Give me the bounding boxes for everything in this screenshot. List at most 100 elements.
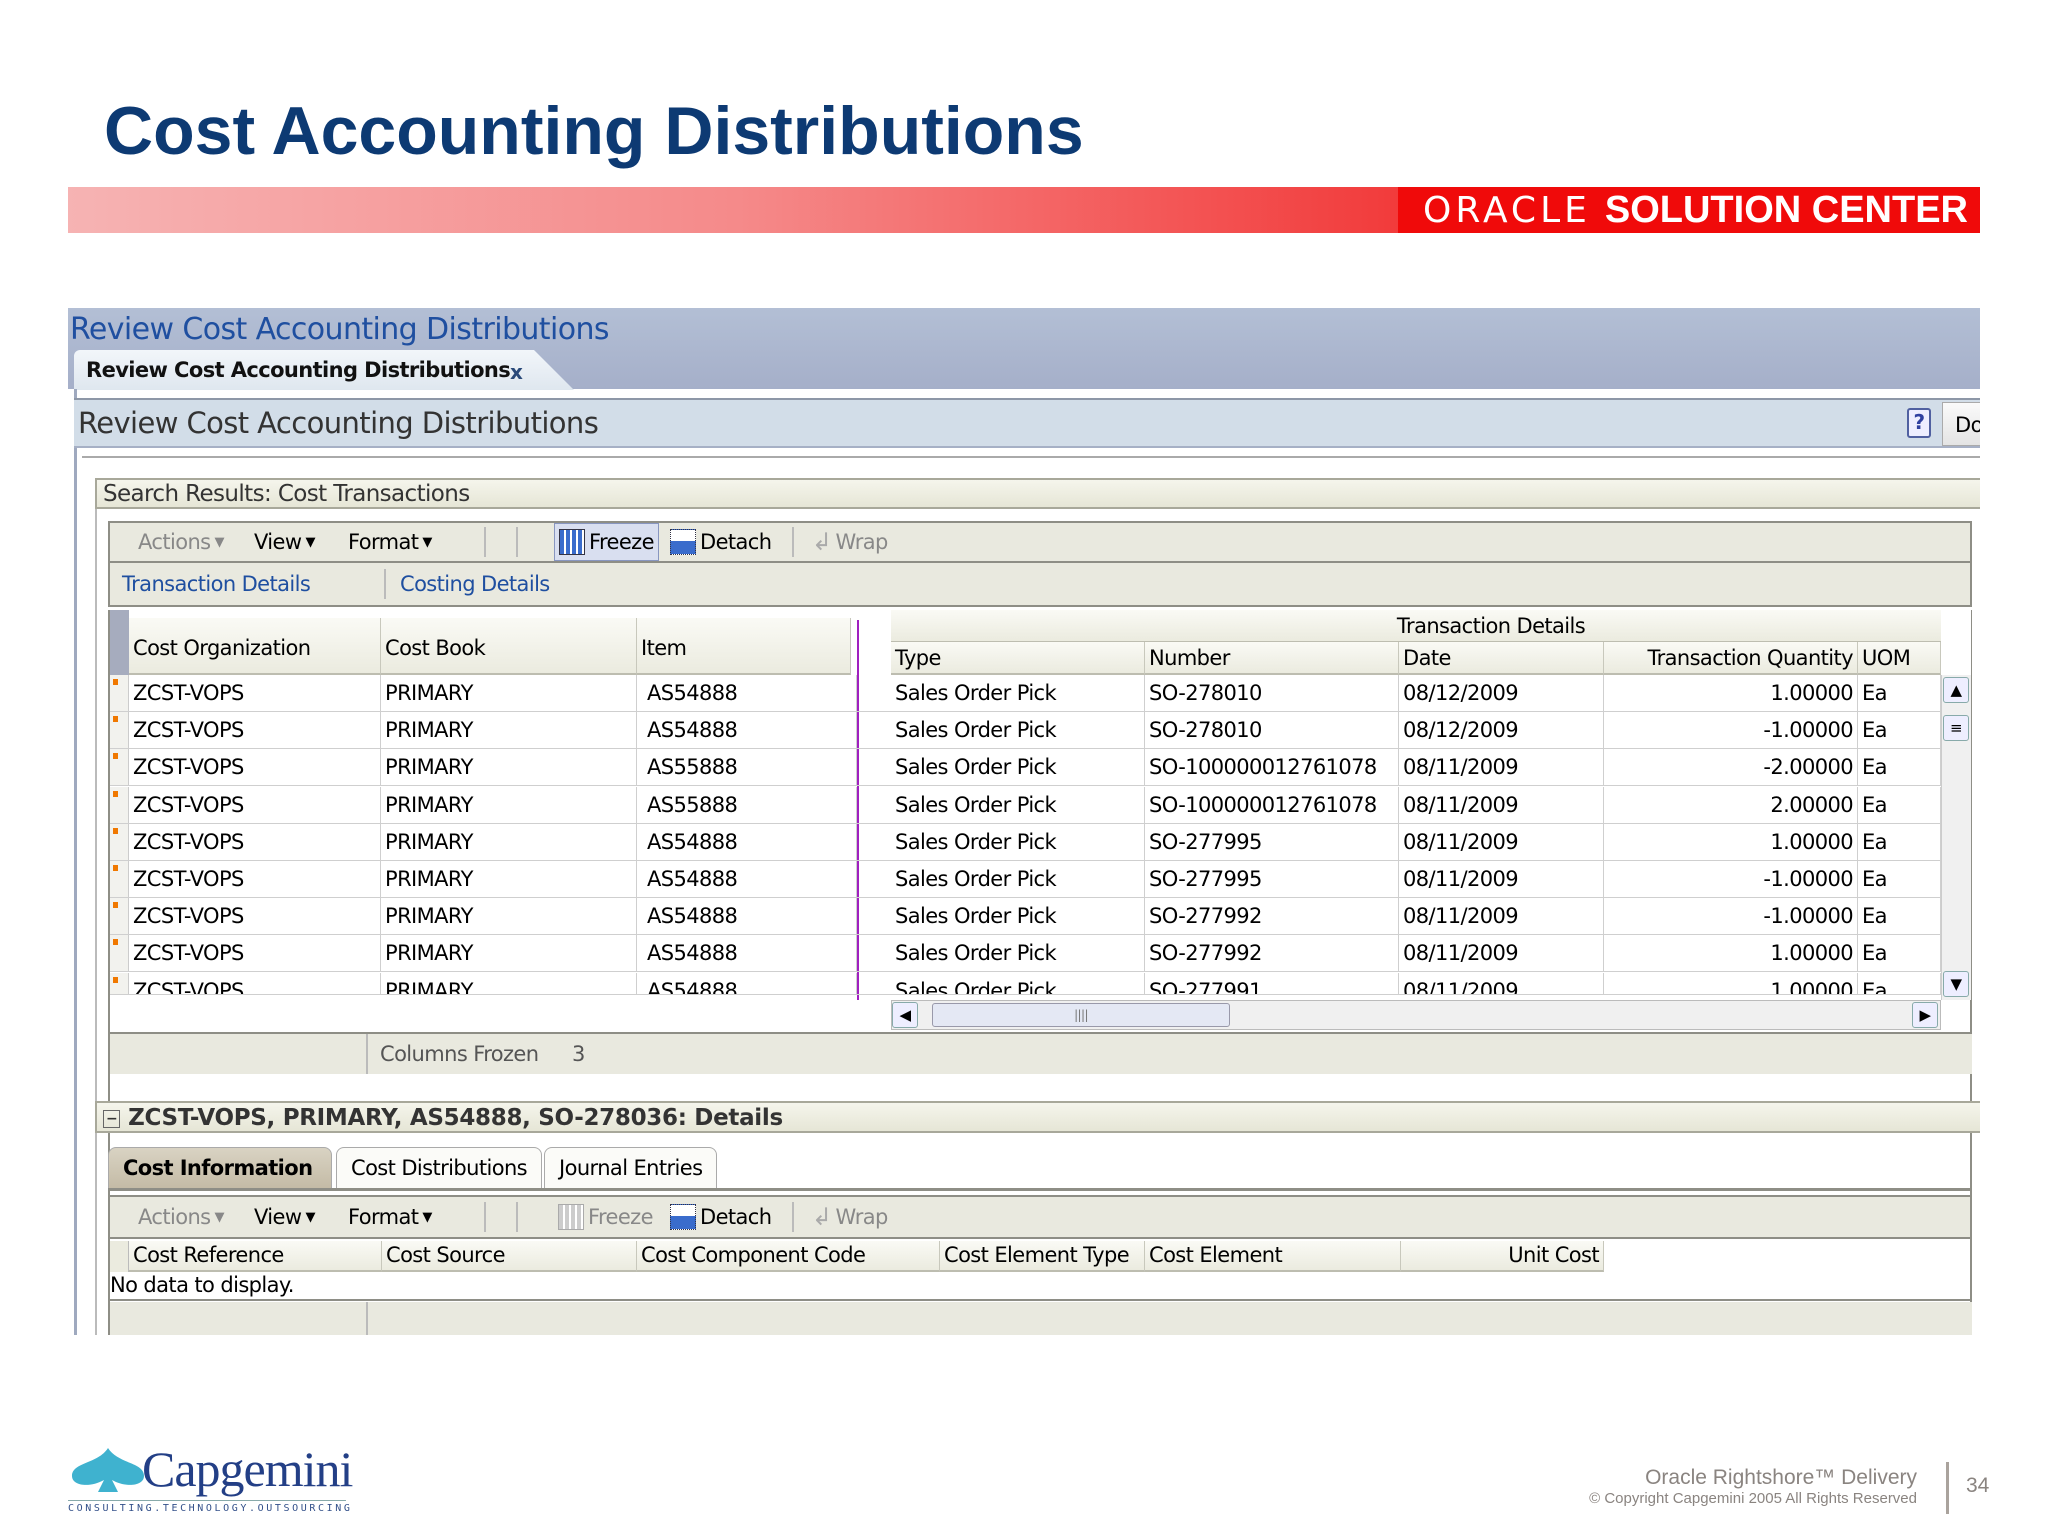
cell-transaction-quantity: 2.00000 (1604, 786, 1858, 824)
cell-number: SO-278010 (1145, 712, 1399, 750)
column-header-type[interactable]: Type (891, 642, 1145, 675)
changed-marker-icon (113, 976, 118, 983)
help-icon[interactable]: ? (1907, 408, 1931, 438)
cell-cost-organization: ZCST-VOPS (129, 749, 381, 787)
column-header-transaction-quantity[interactable]: Transaction Quantity (1604, 642, 1858, 675)
tab-label[interactable]: Review Cost Accounting Distributions (86, 358, 511, 382)
column-header-date[interactable]: Date (1399, 642, 1604, 675)
cell-date: 08/11/2009 (1399, 823, 1604, 861)
cell-type: Sales Order Pick (891, 786, 1145, 824)
column-header-cost-element[interactable]: Cost Element (1145, 1241, 1401, 1272)
search-results-header: Search Results: Cost Transactions (95, 478, 1980, 509)
cell-item: AS54888 (637, 972, 857, 994)
capgemini-wordmark: Capgemini (142, 1441, 353, 1497)
tab-cost-information[interactable]: Cost Information (108, 1147, 332, 1188)
brand-bar: ORACLE SOLUTION CENTER (68, 187, 1980, 233)
cell-cost-organization: ZCST-VOPS (129, 972, 381, 994)
cell-number: SO-100000012761078 (1145, 786, 1399, 824)
detach-icon (670, 1204, 696, 1230)
column-header-uom[interactable]: UOM (1858, 642, 1941, 675)
table-row[interactable]: ZCST-VOPS PRIMARY AS55888 Sales Order Pick S… (110, 749, 1941, 787)
table-row[interactable]: ZCST-VOPS PRIMARY AS54888 Sales Order Pick S… (110, 712, 1941, 750)
separator (516, 1202, 518, 1232)
tab-cost-distributions[interactable]: Cost Distributions (336, 1147, 543, 1188)
freeze-button[interactable]: Freeze (554, 523, 659, 561)
view-menu[interactable]: View ▼ (254, 1205, 315, 1229)
cell-uom: Ea (1858, 823, 1941, 861)
tab-journal-entries[interactable]: Journal Entries (544, 1147, 718, 1188)
app-header-title: Review Cost Accounting Distributions (70, 312, 610, 347)
scroll-left-icon[interactable]: ◀ (892, 1002, 918, 1028)
cell-cost-book: PRIMARY (381, 675, 637, 712)
cell-cost-organization: ZCST-VOPS (129, 712, 381, 750)
changed-marker-icon (113, 902, 118, 909)
details-title: ZCST-VOPS, PRIMARY, AS54888, SO-278036: … (128, 1105, 783, 1131)
column-header-cost-book[interactable]: Cost Book (381, 618, 637, 675)
tab-transaction-details[interactable]: Transaction Details (122, 572, 311, 596)
changed-marker-icon (113, 679, 118, 685)
scroll-right-icon[interactable]: ▶ (1912, 1002, 1938, 1028)
format-menu[interactable]: Format ▼ (348, 1205, 432, 1229)
cell-type: Sales Order Pick (891, 935, 1145, 973)
column-header-cost-source[interactable]: Cost Source (382, 1241, 637, 1272)
scroll-thumb[interactable]: |||| (932, 1003, 1230, 1027)
freeze-button[interactable]: Freeze (558, 1204, 654, 1230)
table-status-bar: Columns Frozen 3 (110, 1032, 1972, 1074)
view-menu[interactable]: View ▼ (254, 530, 315, 554)
cell-item: AS54888 (637, 823, 857, 861)
cell-transaction-quantity: -1.00000 (1604, 861, 1858, 898)
column-header-cost-reference[interactable]: Cost Reference (129, 1241, 382, 1272)
cell-item: AS54888 (637, 935, 857, 973)
wrap-button[interactable]: ↲ Wrap (812, 528, 888, 556)
cell-uom: Ea (1858, 935, 1941, 973)
cell-date: 08/11/2009 (1399, 935, 1604, 973)
cell-cost-organization: ZCST-VOPS (129, 823, 381, 861)
cell-number: SO-100000012761078 (1145, 749, 1399, 787)
horizontal-scrollbar[interactable]: ◀ |||| ▶ (891, 1000, 1941, 1030)
changed-marker-icon (113, 790, 118, 797)
collapse-icon[interactable]: − (103, 1109, 121, 1128)
cell-transaction-quantity: 1.00000 (1604, 675, 1858, 712)
table-row[interactable]: ZCST-VOPS PRIMARY AS54888 Sales Order Pick S… (110, 823, 1941, 861)
column-header-cost-element-type[interactable]: Cost Element Type (940, 1241, 1145, 1272)
table-row[interactable]: ZCST-VOPS PRIMARY AS54888 Sales Order Pick S… (110, 898, 1941, 936)
details-toolbar: Actions ▼ View ▼ Format ▼ Freeze Detach ↲ Wr… (108, 1195, 1972, 1239)
columns-frozen-label: Columns Frozen (380, 1042, 539, 1066)
oracle-wordmark: ORACLE (1423, 189, 1591, 231)
cell-cost-organization: ZCST-VOPS (129, 675, 381, 712)
cell-type: Sales Order Pick (891, 823, 1145, 861)
search-results-title: Search Results: Cost Transactions (103, 481, 470, 507)
table-row[interactable]: ZCST-VOPS PRIMARY AS54888 Sales Order Pick S… (110, 972, 1941, 995)
cost-information-table: No data to display. Cost Reference Cost S… (108, 1241, 1972, 1335)
column-header-unit-cost[interactable]: Unit Cost (1401, 1241, 1604, 1272)
table-row[interactable]: ZCST-VOPS PRIMARY AS55888 Sales Order Pick S… (110, 786, 1941, 824)
actions-menu[interactable]: Actions ▼ (138, 530, 225, 554)
wrap-button[interactable]: ↲ Wrap (812, 1203, 888, 1231)
scroll-down-icon[interactable]: ▼ (1943, 971, 1969, 997)
cell-cost-organization: ZCST-VOPS (129, 935, 381, 973)
cell-type: Sales Order Pick (891, 749, 1145, 787)
cell-date: 08/12/2009 (1399, 675, 1604, 712)
vertical-scrollbar[interactable]: ▲ ≡ ▼ (1941, 675, 1971, 1000)
done-button[interactable]: Do (1942, 402, 1980, 446)
cell-type: Sales Order Pick (891, 972, 1145, 994)
table-row[interactable]: ZCST-VOPS PRIMARY AS54888 Sales Order Pick S… (110, 861, 1941, 898)
cell-number: SO-277992 (1145, 935, 1399, 973)
column-header-cost-component-code[interactable]: Cost Component Code (637, 1241, 940, 1272)
column-header-item[interactable]: Item (637, 618, 851, 675)
detach-button[interactable]: Detach (670, 1204, 772, 1230)
close-icon[interactable]: x (510, 360, 523, 384)
scroll-thumb[interactable]: ≡ (1943, 715, 1969, 741)
actions-menu[interactable]: Actions ▼ (138, 1205, 225, 1229)
separator (366, 1302, 368, 1335)
column-header-cost-organization[interactable]: Cost Organization (129, 618, 381, 675)
scroll-up-icon[interactable]: ▲ (1943, 677, 1969, 703)
format-menu[interactable]: Format ▼ (348, 530, 432, 554)
table-row[interactable]: ZCST-VOPS PRIMARY AS54888 Sales Order Pick S… (110, 935, 1941, 973)
separator (366, 1034, 368, 1074)
column-header-number[interactable]: Number (1145, 642, 1399, 675)
tab-costing-details[interactable]: Costing Details (400, 572, 550, 596)
table-row[interactable]: ZCST-VOPS PRIMARY AS54888 Sales Order Pick S… (110, 675, 1941, 712)
separator (516, 527, 518, 557)
detach-button[interactable]: Detach (670, 529, 772, 555)
